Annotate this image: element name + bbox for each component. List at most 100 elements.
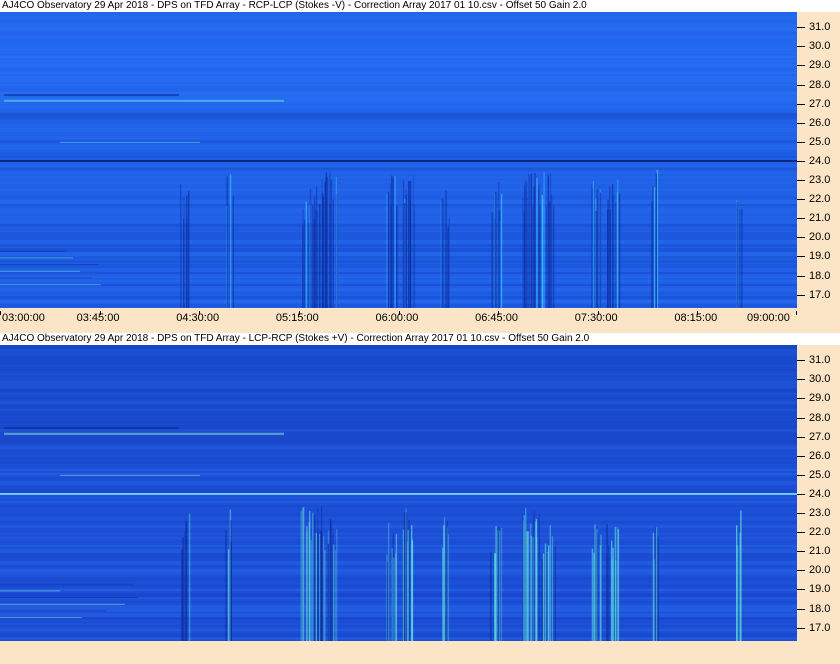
interference-streak	[4, 99, 284, 102]
time-axis-1: 03:00:00 03:45:00 04:30:00 05:15:00 06:00:00…	[0, 311, 840, 325]
spectrogram-band	[0, 128, 797, 132]
frequency-tick-label: 20.0	[809, 231, 831, 244]
burst-streak	[447, 534, 450, 641]
spectrogram-band	[0, 264, 797, 268]
burst-streak	[657, 536, 659, 641]
time-tick	[796, 311, 797, 315]
interference-streak	[60, 141, 200, 143]
burst-streak	[551, 536, 554, 641]
burst-streak	[310, 540, 312, 641]
spectrogram-band	[0, 601, 797, 603]
spectrogram-band	[0, 553, 797, 557]
burst-streak	[403, 202, 406, 308]
burst-streak	[308, 222, 310, 308]
frequency-tick	[797, 608, 805, 610]
spectrogram-band	[0, 525, 797, 528]
spectrogram-band	[0, 617, 797, 620]
spectrogram-band	[0, 469, 797, 471]
burst-streak	[606, 554, 608, 641]
burst-streak	[494, 553, 497, 641]
burst-streak	[309, 510, 311, 641]
burst-streak	[181, 549, 183, 641]
spectrogram-2-svg	[0, 345, 797, 641]
spectrogram-band	[0, 168, 797, 170]
spectrogram-band	[0, 244, 797, 247]
frequency-tick	[797, 65, 805, 67]
frequency-tick-label: 22.0	[809, 526, 831, 539]
frequency-tick-label: 26.0	[809, 449, 831, 462]
spectrogram-band	[0, 132, 797, 135]
spectrogram-band	[0, 541, 797, 544]
frequency-tick	[797, 141, 805, 143]
burst-streak	[230, 541, 232, 641]
interference-streak	[0, 250, 67, 252]
spectrogram-band	[0, 208, 797, 212]
burst-streak	[302, 208, 304, 308]
frequency-tick	[797, 237, 805, 239]
burst-streak	[180, 184, 182, 308]
spectrogram-band	[0, 637, 797, 640]
spectrogram-band	[0, 212, 797, 214]
burst-streak	[551, 194, 553, 308]
frequency-tick	[797, 398, 805, 400]
spectrogram-band	[0, 292, 797, 294]
spectrogram-band	[0, 509, 797, 511]
frequency-tick	[797, 455, 805, 457]
burst-streak	[546, 553, 549, 641]
frequency-tick	[797, 275, 805, 277]
burst-streak	[312, 512, 314, 641]
interference-streak	[0, 277, 93, 279]
spectrogram-line-24mhz	[0, 159, 797, 162]
burst-streak	[532, 206, 534, 308]
frequency-tick-label: 24.0	[809, 487, 831, 500]
spectrogram-panel-1	[0, 12, 797, 308]
burst-streak	[303, 506, 305, 641]
burst-streak	[446, 522, 448, 641]
burst-streak	[736, 545, 739, 641]
burst-streak	[188, 513, 191, 641]
spectrogram-band	[0, 477, 797, 480]
burst-streak	[394, 176, 396, 308]
frequency-tick	[797, 436, 805, 438]
burst-streak	[597, 533, 599, 641]
spectrogram-band	[0, 489, 797, 493]
spectrogram-band	[0, 605, 797, 609]
burst-streak	[392, 533, 394, 641]
spectrogram-band	[0, 485, 797, 488]
spectrogram-band	[0, 557, 797, 561]
burst-streak	[186, 195, 188, 308]
spectrogram-line-24mhz	[0, 492, 797, 495]
spectrogram-band	[0, 144, 797, 148]
frequency-tick-label: 31.0	[809, 21, 831, 34]
burst-streak	[326, 177, 329, 308]
frequency-tick-label: 29.0	[809, 59, 831, 72]
burst-streak	[327, 543, 330, 641]
burst-streak	[547, 174, 549, 308]
burst-streak	[408, 519, 410, 641]
frequency-tick-label: 30.0	[809, 373, 831, 386]
frequency-tick	[797, 122, 805, 124]
spectrogram-band	[0, 224, 797, 227]
interference-streak	[0, 617, 82, 619]
frequency-tick	[797, 294, 805, 296]
interference-streak	[0, 610, 106, 612]
frequency-axis-1: 31.0 30.0 29.0 28.0 27.0 26.0 25.0 24.0 23.0 22.0…	[797, 12, 840, 308]
burst-streak	[526, 197, 529, 308]
burst-streak	[182, 537, 184, 641]
burst-streak	[305, 201, 307, 308]
spectrogram-upper-tint	[0, 12, 797, 114]
burst-streak	[395, 534, 398, 641]
spectrogram-band	[0, 276, 797, 278]
burst-streak	[522, 197, 524, 308]
burst-streak	[311, 205, 314, 308]
burst-streak	[593, 552, 595, 641]
burst-streak	[599, 545, 602, 641]
burst-streak	[609, 185, 611, 308]
burst-streak	[405, 189, 407, 308]
burst-streak	[443, 199, 445, 308]
burst-streak	[655, 173, 658, 308]
frequency-tick-label: 18.0	[809, 602, 831, 615]
burst-streak	[530, 173, 532, 308]
burst-streak	[596, 188, 599, 308]
burst-streak	[334, 550, 337, 641]
